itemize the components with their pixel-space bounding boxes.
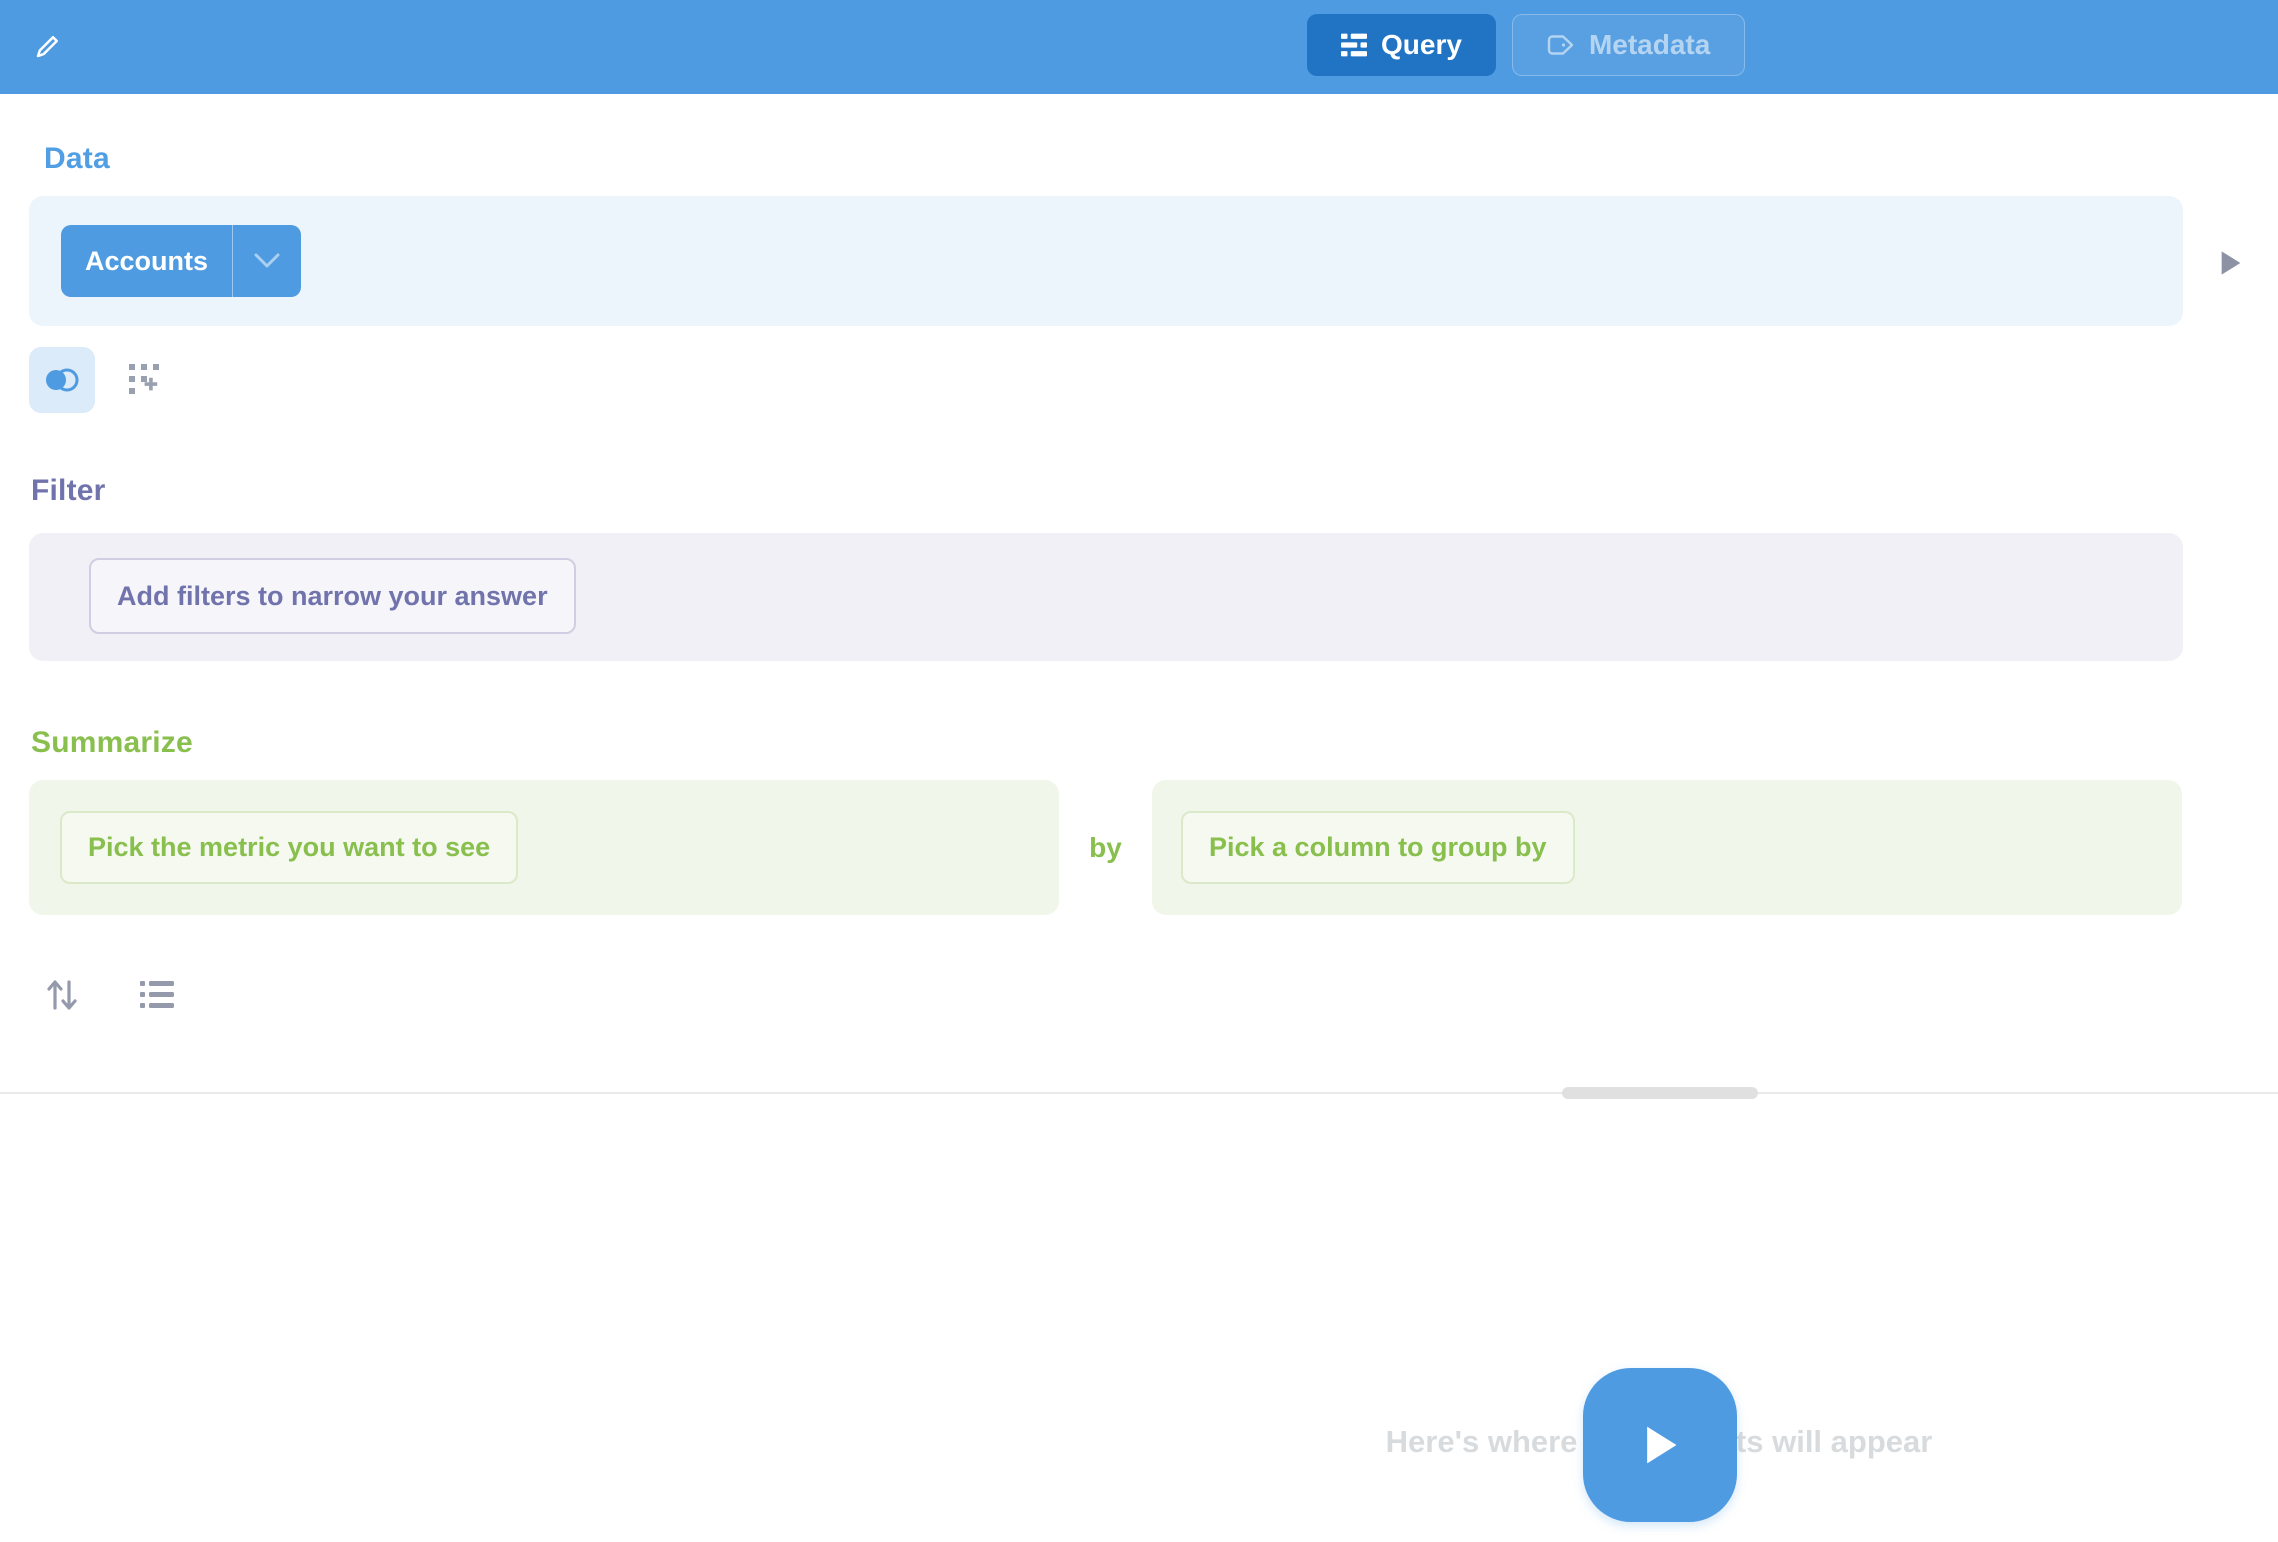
play-icon — [1640, 1423, 1680, 1467]
pane-divider — [0, 1092, 2278, 1094]
join-venn-icon — [43, 366, 81, 394]
tab-query[interactable]: Query — [1307, 14, 1496, 76]
data-section-container: Accounts — [29, 196, 2183, 326]
data-preview-button[interactable] — [2214, 246, 2248, 280]
summarize-section-title: Summarize — [31, 726, 193, 760]
editor-tabs: Query Metadata — [1307, 14, 1745, 76]
pick-groupby-button[interactable]: Pick a column to group by — [1181, 811, 1575, 884]
chevron-down-icon — [254, 253, 280, 269]
summarize-groupby-container: Pick a column to group by — [1152, 780, 2182, 915]
tag-icon — [1547, 33, 1575, 57]
pencil-icon — [33, 31, 63, 61]
query-builder-page: Query Metadata Data Accounts — [0, 0, 2278, 1542]
add-filter-button[interactable]: Add filters to narrow your answer — [89, 558, 576, 634]
top-header-bar: Query Metadata — [0, 0, 2278, 94]
preview-play-icon — [2219, 249, 2243, 277]
run-query-button[interactable] — [1583, 1368, 1737, 1522]
table-picker-dropdown[interactable] — [233, 225, 301, 297]
summarize-metric-container: Pick the metric you want to see — [29, 780, 1059, 915]
row-limit-button[interactable] — [139, 978, 175, 1012]
pane-resize-handle[interactable] — [1562, 1087, 1758, 1099]
sort-arrows-icon — [45, 978, 79, 1012]
data-section-title: Data — [44, 142, 110, 176]
data-table-label: Accounts — [61, 225, 232, 297]
custom-column-plus-icon — [127, 362, 163, 398]
filter-section-container: Add filters to narrow your answer — [29, 533, 2183, 661]
sort-step-button[interactable] — [44, 977, 80, 1013]
notebook-icon — [1341, 32, 1367, 58]
tab-query-label: Query — [1381, 29, 1462, 61]
filter-section-title: Filter — [31, 474, 106, 508]
list-icon — [140, 980, 174, 1010]
edit-title-button[interactable] — [30, 28, 66, 64]
tab-metadata[interactable]: Metadata — [1512, 14, 1745, 76]
by-connector-label: by — [1059, 832, 1152, 864]
custom-column-button[interactable] — [126, 361, 164, 399]
join-data-button[interactable] — [29, 347, 95, 413]
tab-metadata-label: Metadata — [1589, 29, 1710, 61]
data-table-button[interactable]: Accounts — [61, 225, 301, 297]
pick-metric-button[interactable]: Pick the metric you want to see — [60, 811, 518, 884]
